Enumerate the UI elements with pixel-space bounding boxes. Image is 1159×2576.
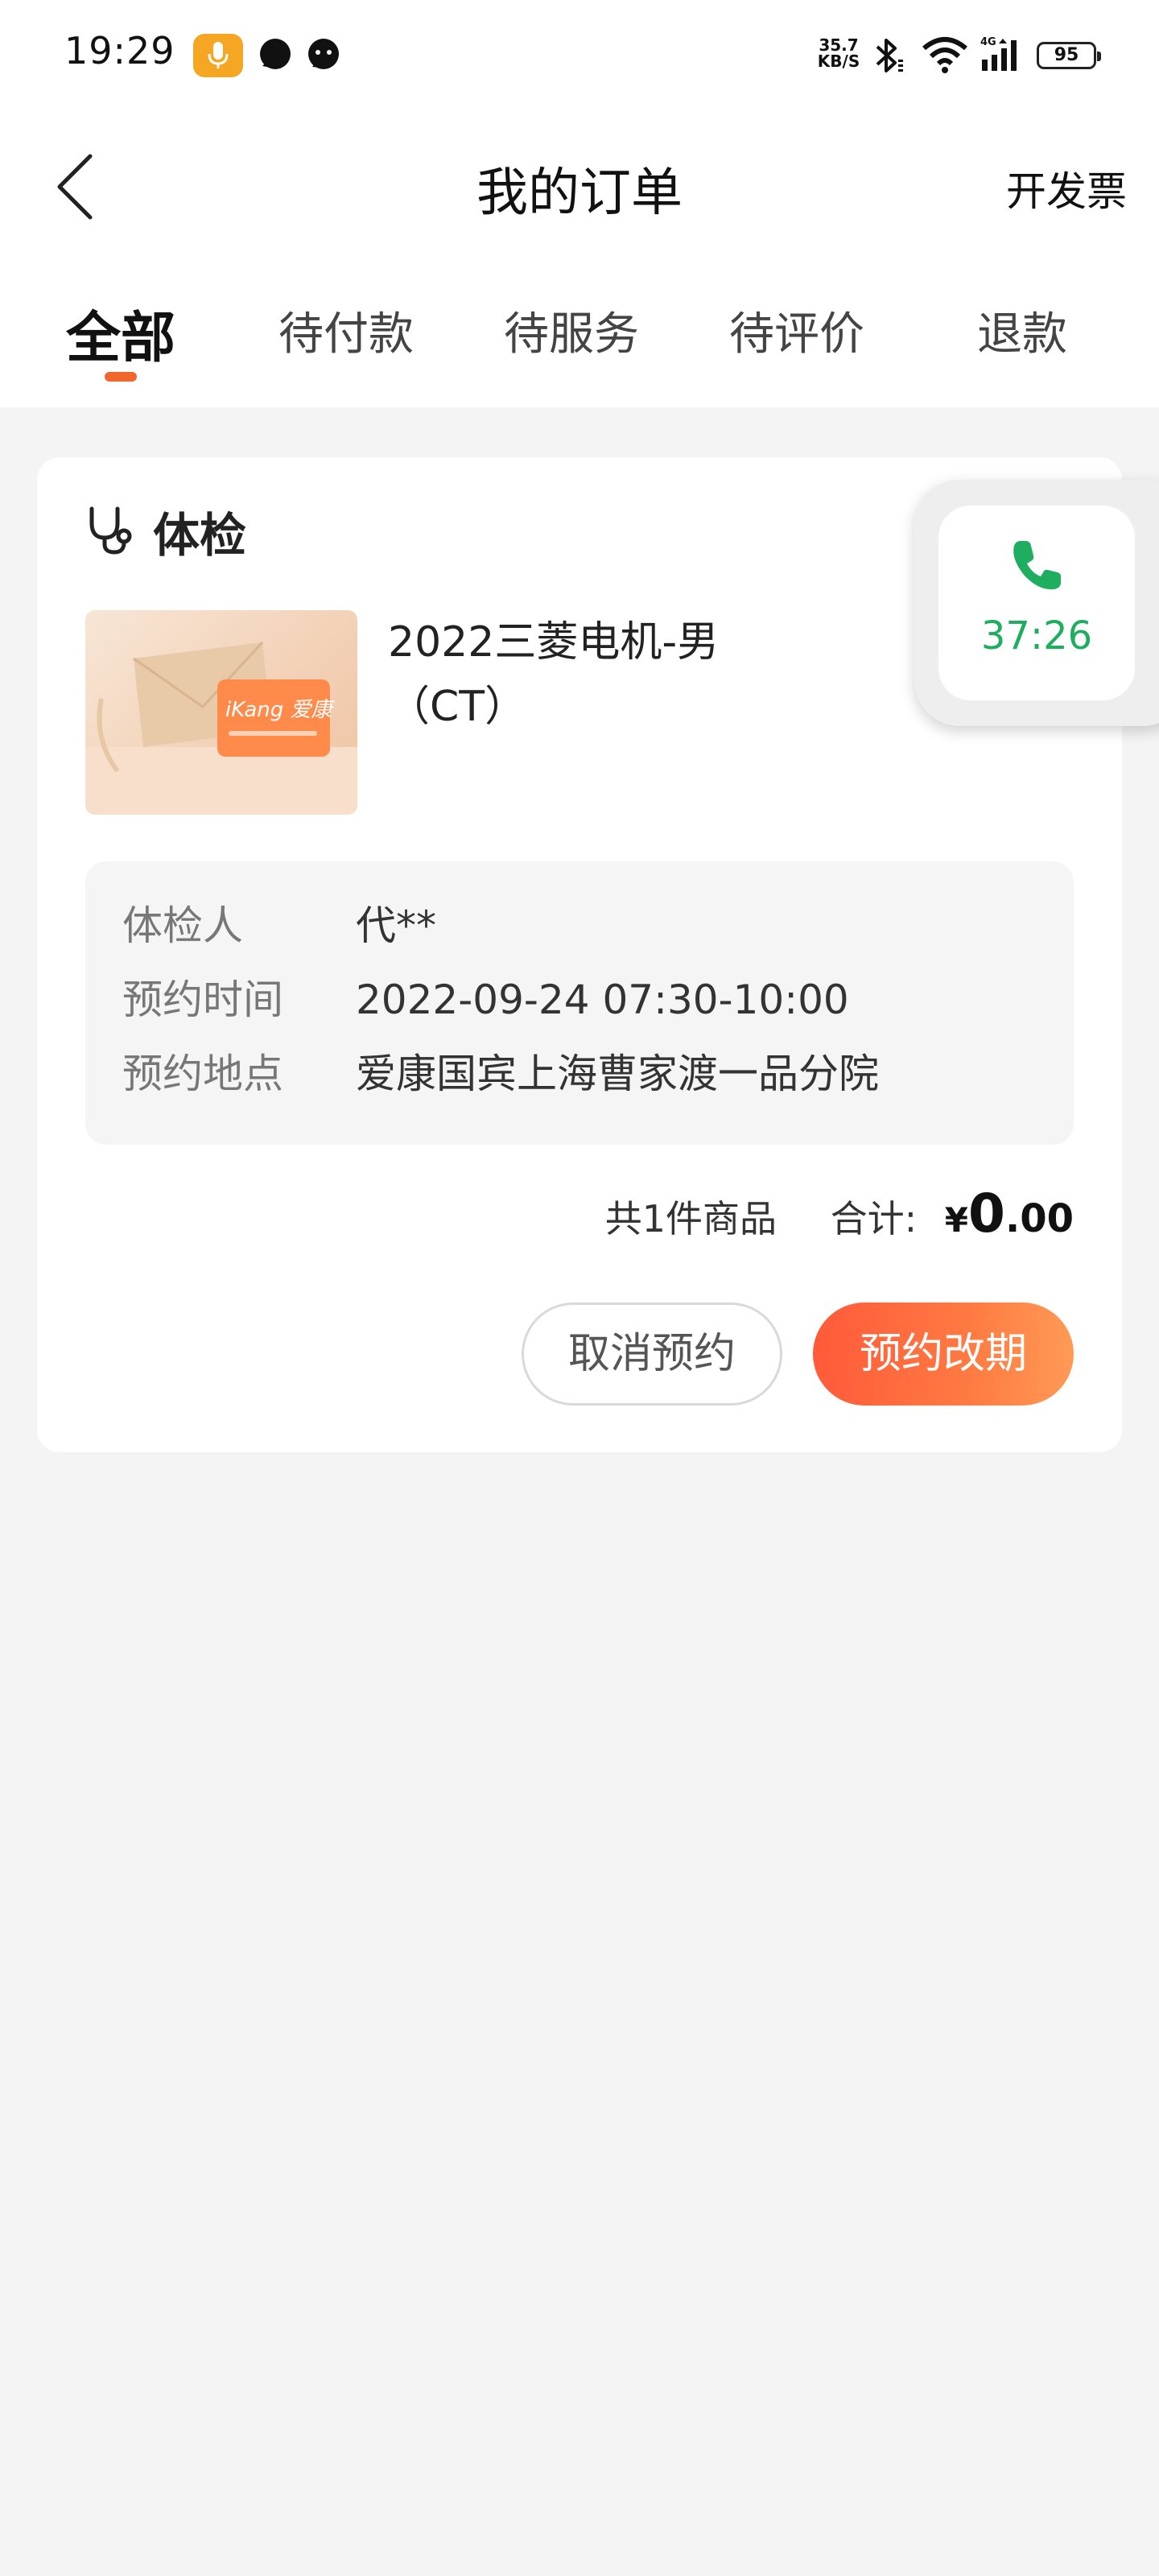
total-amount-int: 0	[968, 1183, 1005, 1245]
total-label: 合计:	[830, 1197, 918, 1241]
signal-icon: 4G	[980, 35, 1029, 79]
info-label: 体检人	[122, 902, 243, 949]
tab-pending-service[interactable]: 待服务	[483, 298, 660, 363]
cancel-appointment-button[interactable]: 取消预约	[522, 1302, 782, 1406]
svg-text:4G: 4G	[980, 36, 996, 48]
category-label: 体检	[153, 508, 247, 563]
order-tabs: 全部 待付款 待服务 待评价 退款	[0, 258, 1159, 407]
product-name-line1: 2022三菱电机-男	[388, 618, 720, 667]
info-value: 爱康国宾上海曹家渡一品分院	[356, 1051, 879, 1097]
floating-call-widget[interactable]: 37:26	[914, 480, 1159, 726]
messenger-icon	[306, 37, 341, 72]
appointment-info: 体检人 代** 预约时间 2022-09-24 07:30-10:00 预约地点…	[85, 861, 1074, 1145]
item-count: 共1件商品	[604, 1197, 777, 1241]
call-timer: 37:26	[980, 613, 1093, 658]
chevron-left-icon	[57, 154, 93, 220]
tab-pending-payment[interactable]: 待付款	[258, 298, 435, 363]
net-speed-unit: KB/S	[817, 52, 860, 71]
reschedule-button[interactable]: 预约改期	[813, 1302, 1074, 1406]
order-summary: 共1件商品 合计: ¥0.00	[605, 1182, 1074, 1246]
wifi-icon	[922, 35, 967, 79]
total-amount-dec: .00	[1004, 1196, 1074, 1241]
active-tab-indicator	[105, 372, 137, 382]
status-bar: 19:29 35.7 KB/S 4G 95	[0, 0, 1159, 113]
phone-icon	[1009, 538, 1066, 594]
info-value: 代**	[356, 902, 436, 949]
product-image[interactable]: iKang 爱康	[85, 610, 357, 815]
mic-icon	[193, 34, 243, 77]
net-speed: 35.7 KB/S	[815, 37, 863, 69]
tab-all[interactable]: 全部	[32, 293, 209, 373]
chat-bubble-icon	[258, 37, 293, 72]
info-value: 2022-09-24 07:30-10:00	[356, 976, 849, 1023]
tab-pending-review[interactable]: 待评价	[708, 298, 885, 363]
call-widget-inner[interactable]: 37:26	[938, 506, 1135, 700]
net-speed-value: 35.7	[819, 35, 859, 55]
battery-icon: 95	[1037, 42, 1101, 69]
currency-symbol: ¥	[944, 1200, 969, 1240]
invoice-button[interactable]: 开发票	[1006, 159, 1127, 217]
back-button[interactable]	[48, 150, 105, 222]
status-time: 19:29	[64, 29, 175, 72]
info-label: 预约时间	[122, 976, 283, 1023]
svg-text:iKang 爱康: iKang 爱康	[225, 698, 336, 722]
bluetooth-icon	[872, 35, 905, 79]
product-name-line2: （CT）	[388, 683, 527, 731]
stethoscope-icon	[85, 506, 132, 555]
tab-refund[interactable]: 退款	[934, 298, 1111, 363]
nav-bar: 我的订单 开发票	[0, 113, 1159, 258]
page-title: 我的订单	[476, 163, 683, 223]
info-label: 预约地点	[122, 1051, 283, 1097]
product-name[interactable]: 2022三菱电机-男 （CT）	[388, 610, 806, 739]
